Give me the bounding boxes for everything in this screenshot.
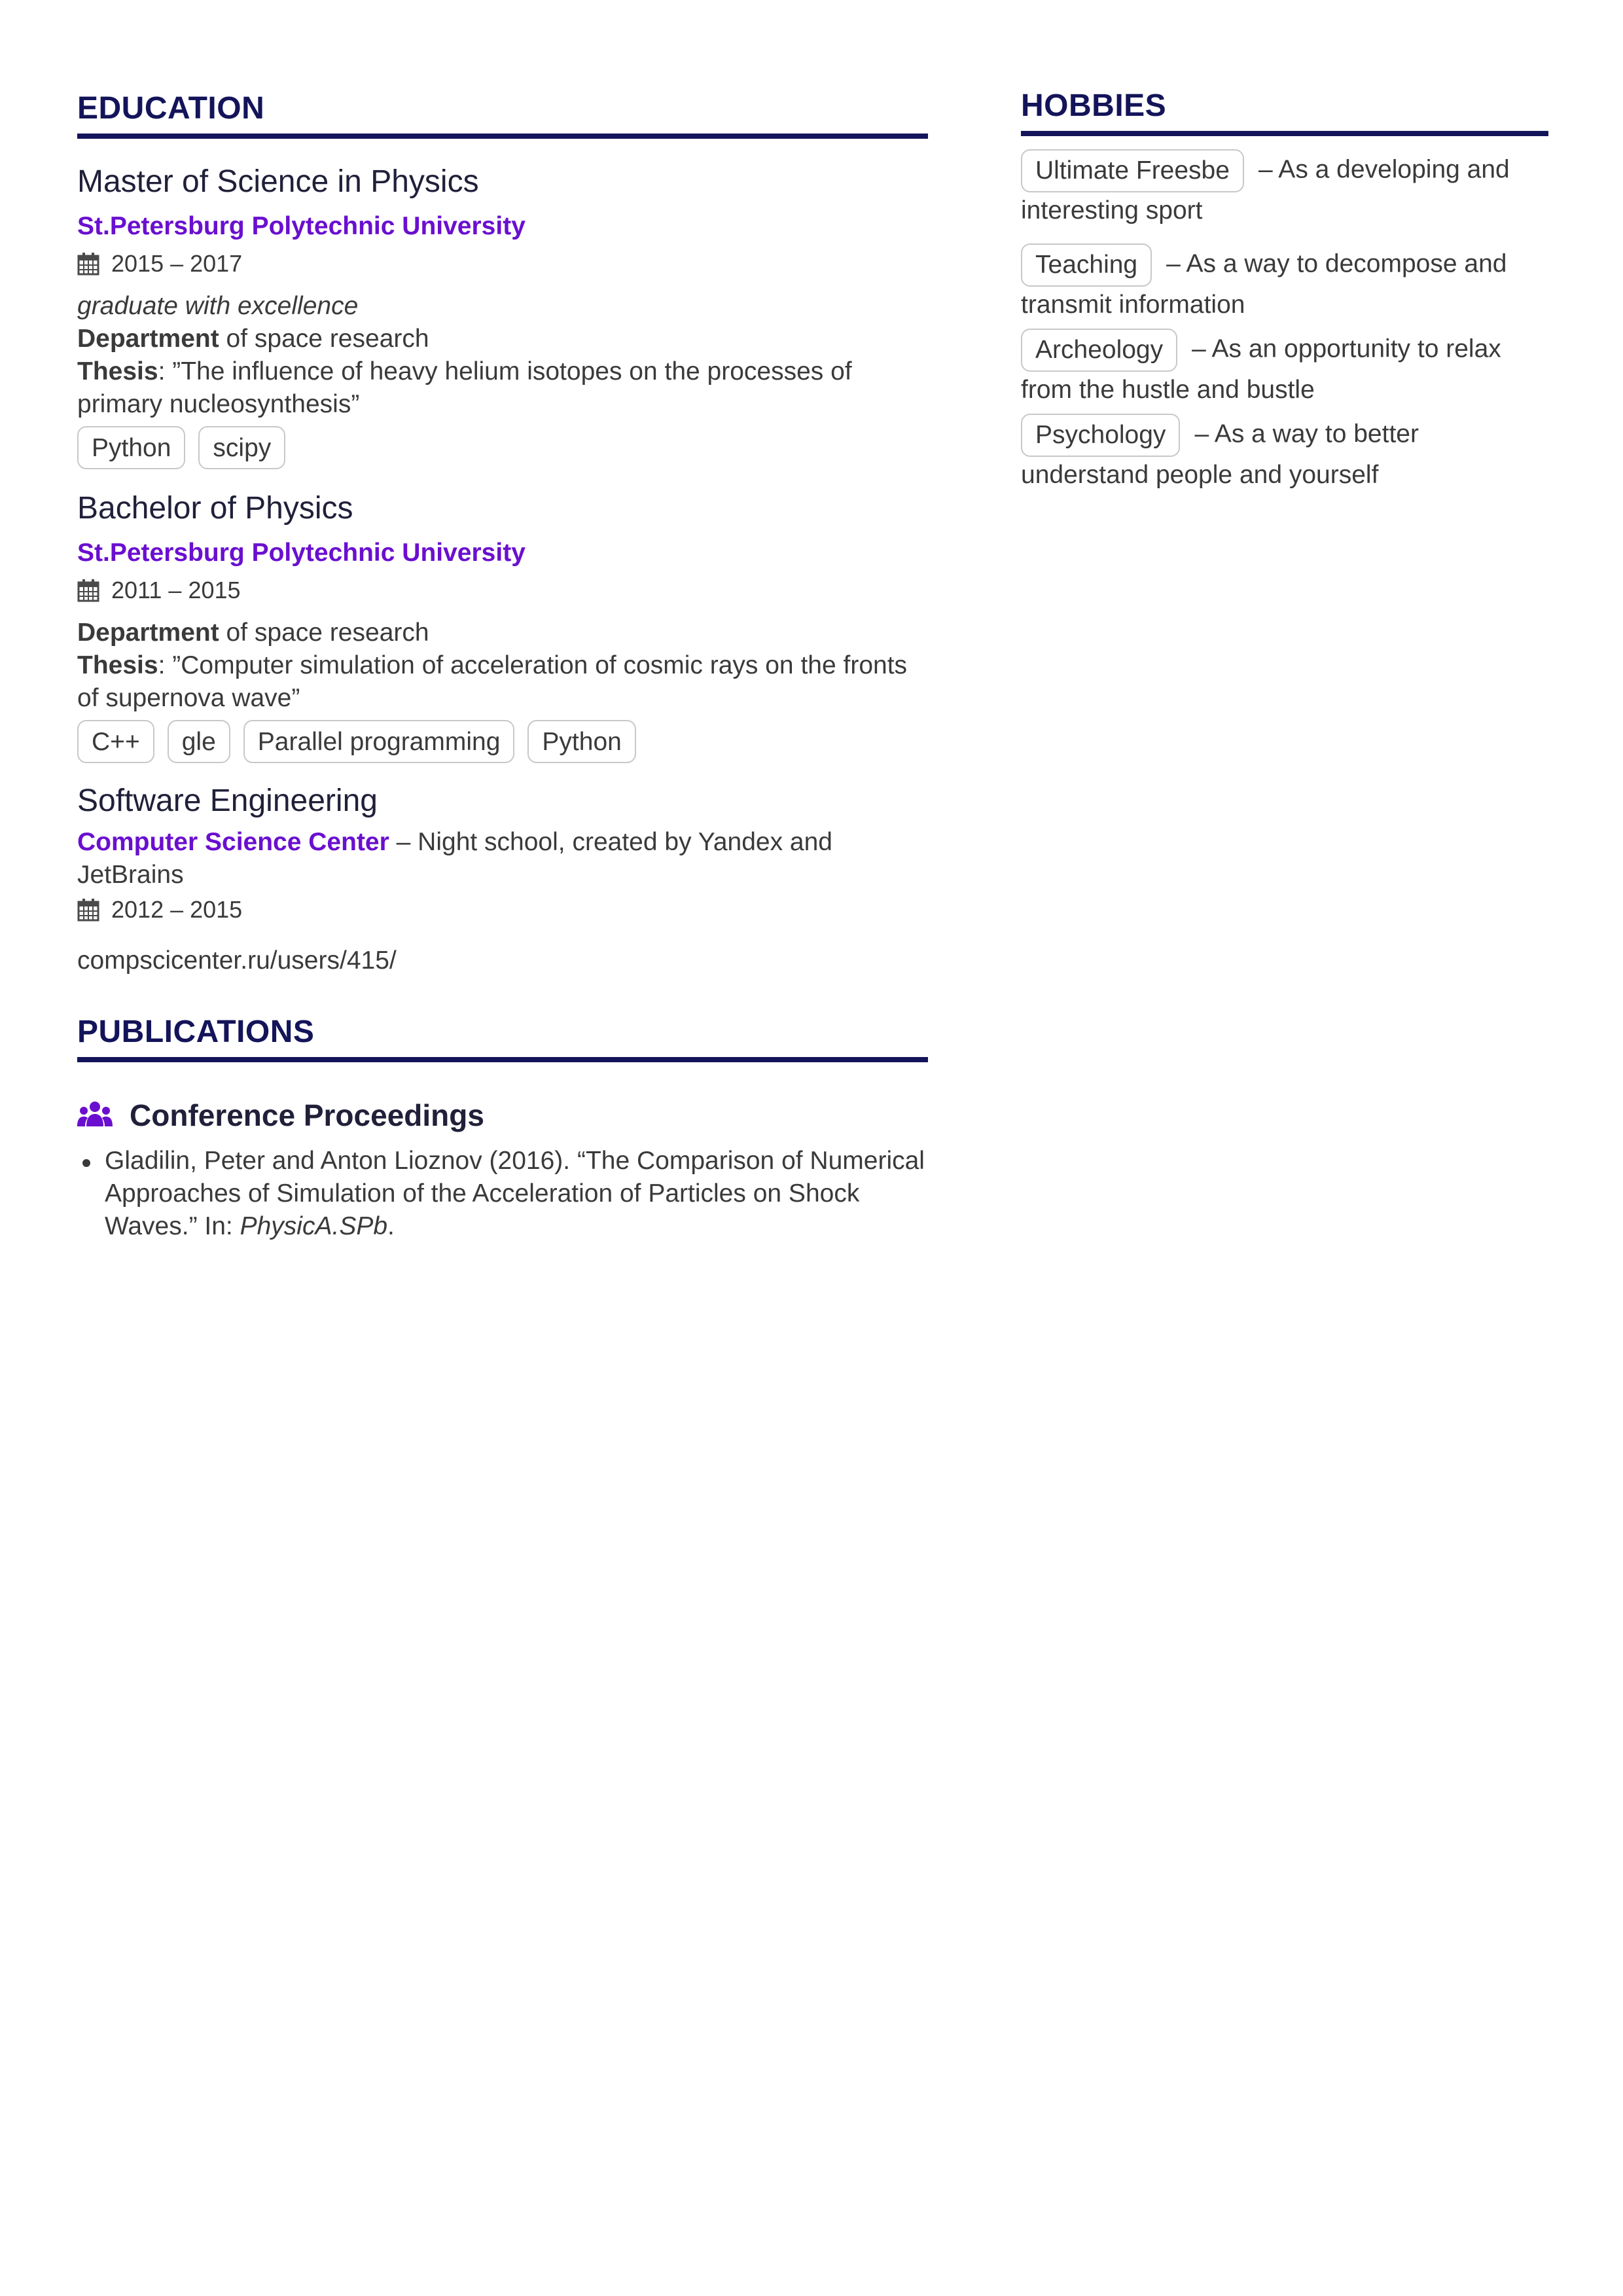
skill-tag: Python	[77, 426, 186, 469]
calendar-icon	[77, 253, 99, 276]
publication-end: .	[387, 1212, 395, 1240]
right-column: HOBBIES Ultimate Freesbe – As a developin…	[1021, 90, 1548, 493]
left-column: EDUCATION Master of Science in Physics S…	[77, 93, 928, 1243]
school-name: St.Petersburg Polytechnic University	[77, 212, 526, 240]
department-label: Department	[77, 325, 219, 353]
date-row: 2011 – 2015	[77, 577, 928, 603]
school-name: St.Petersburg Polytechnic University	[77, 539, 526, 567]
education-entry: Bachelor of Physics St.Petersburg Polyte…	[77, 493, 928, 763]
thesis-label: Thesis	[77, 357, 158, 386]
hobby-item: Ultimate Freesbe – As a developing and in…	[1021, 149, 1548, 229]
publication-group-title: Conference Proceedings	[130, 1098, 484, 1132]
hobby-tag: Teaching	[1021, 243, 1152, 287]
date-range: 2015 – 2017	[111, 250, 243, 277]
skill-tag: C++	[77, 720, 154, 763]
date-row: 2015 – 2017	[77, 250, 928, 277]
publication-group-header: Conference Proceedings	[77, 1098, 928, 1133]
education-entry: Software Engineering Computer Science Ce…	[77, 783, 928, 974]
calendar-icon	[77, 579, 99, 602]
department-label: Department	[77, 619, 219, 647]
department-line: Department of space research	[77, 617, 928, 649]
thesis-line: Thesis: ”Computer simulation of accelera…	[77, 649, 928, 715]
skill-tag: Python	[527, 720, 636, 763]
department-text: of space research	[219, 619, 429, 647]
school-name: Computer Science Center	[77, 828, 389, 856]
education-entry: Master of Science in Physics St.Petersbu…	[77, 166, 928, 469]
hobby-tag: Psychology	[1021, 414, 1181, 457]
degree-title: Software Engineering	[77, 783, 378, 818]
distinction-note: graduate with excellence	[77, 292, 359, 320]
thesis-text: : ”The influence of heavy helium isotope…	[77, 357, 852, 418]
hobbies-heading: HOBBIES	[1021, 90, 1548, 136]
thesis-text: : ”Computer simulation of acceleration o…	[77, 651, 908, 712]
users-icon	[77, 1102, 113, 1126]
hobby-tag: Archeology	[1021, 329, 1178, 372]
degree-title: Bachelor of Physics	[77, 491, 353, 526]
skill-tag: Parallel programming	[243, 720, 515, 763]
education-heading: EDUCATION	[77, 93, 928, 139]
date-range: 2012 – 2015	[111, 896, 243, 923]
skill-tags: Python scipy	[77, 426, 928, 469]
institution-line: Computer Science Center – Night school, …	[77, 826, 928, 891]
skill-tag: scipy	[198, 426, 286, 469]
publication-venue: PhysicA.SPb	[240, 1212, 388, 1240]
publications-heading: PUBLICATIONS	[77, 1016, 928, 1062]
skill-tag: gle	[167, 720, 230, 763]
hobby-tag: Ultimate Freesbe	[1021, 149, 1244, 192]
date-row: 2012 – 2015	[77, 896, 928, 923]
department-line: Department of space research	[77, 323, 928, 355]
hobby-item: Psychology – As a way to better understan…	[1021, 414, 1548, 493]
profile-link[interactable]: compscicenter.ru/users/415/	[77, 948, 928, 973]
publication-item: Gladilin, Peter and Anton Lioznov (2016)…	[77, 1145, 928, 1243]
thesis-label: Thesis	[77, 651, 158, 679]
department-text: of space research	[219, 325, 429, 353]
degree-title: Master of Science in Physics	[77, 164, 479, 199]
publication-citation: Gladilin, Peter and Anton Lioznov (2016)…	[105, 1147, 925, 1240]
skill-tags: C++ gle Parallel programming Python	[77, 720, 928, 763]
hobby-item: Archeology – As an opportunity to relax f…	[1021, 329, 1548, 408]
hobby-item: Teaching – As a way to decompose and tran…	[1021, 243, 1548, 323]
date-range: 2011 – 2015	[111, 577, 241, 603]
calendar-icon	[77, 899, 99, 922]
publication-list: Gladilin, Peter and Anton Lioznov (2016)…	[77, 1145, 928, 1243]
thesis-line: Thesis: ”The influence of heavy helium i…	[77, 355, 928, 421]
